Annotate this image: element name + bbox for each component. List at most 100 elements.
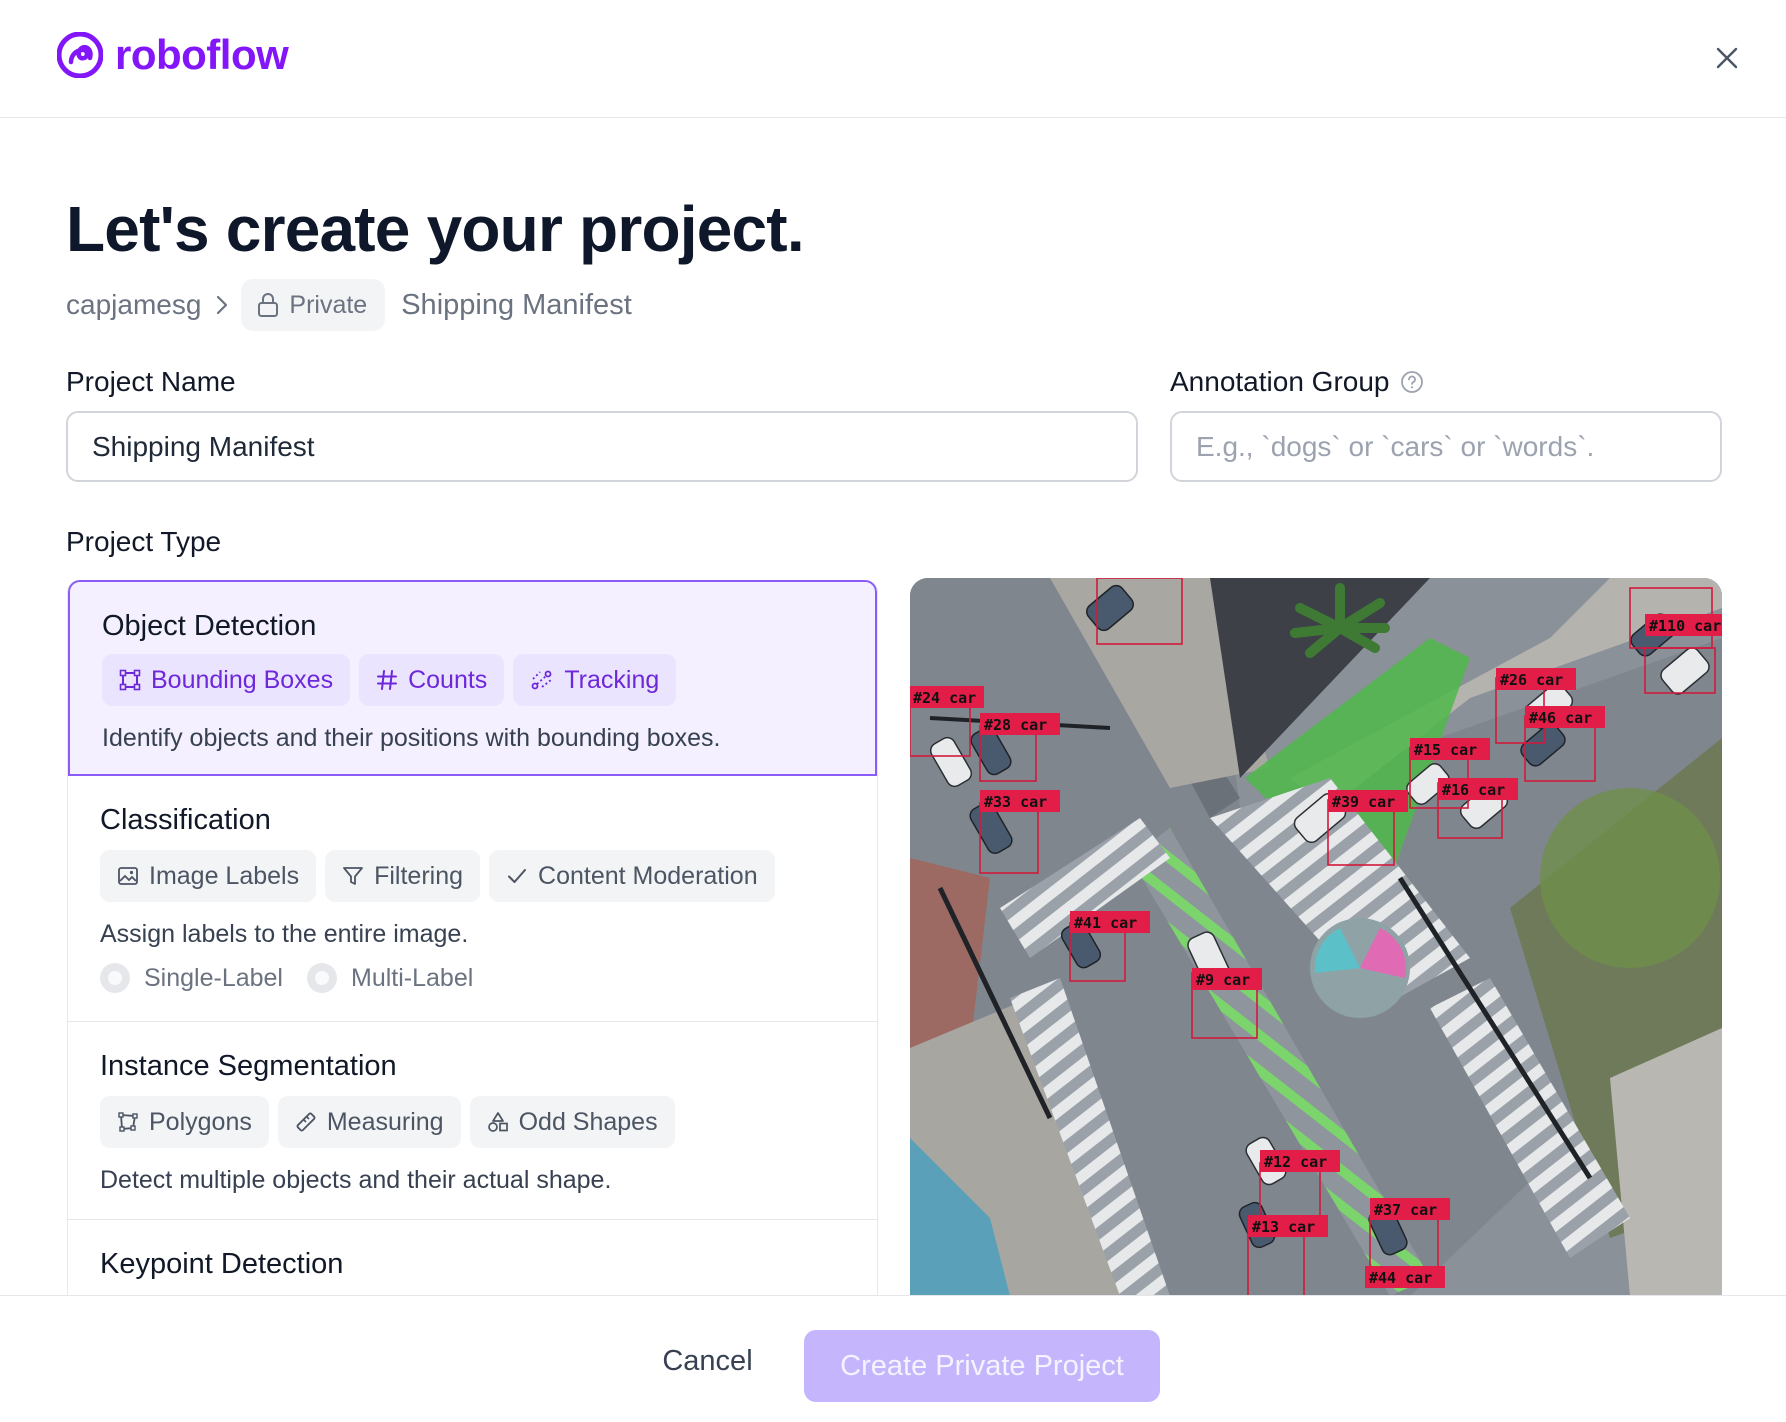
svg-text:#46 car: #46 car: [1529, 709, 1592, 727]
svg-text:#39 car: #39 car: [1332, 793, 1395, 811]
project-type-keypoint-detection[interactable]: Keypoint Detection: [68, 1220, 877, 1296]
project-type-classification[interactable]: Classification Image Labels Filtering Co…: [68, 776, 877, 1022]
chip-label: Content Moderation: [538, 861, 758, 890]
cancel-button[interactable]: Cancel: [640, 1331, 775, 1391]
close-icon: [1714, 47, 1740, 74]
type-title: Keypoint Detection: [100, 1248, 344, 1280]
radio-multi-label[interactable]: Multi-Label: [307, 963, 473, 993]
visibility-label: Private: [289, 290, 368, 319]
chip-filtering: Filtering: [325, 850, 481, 902]
detection-label-24: #24 car: [910, 686, 984, 708]
chip-label: Tracking: [564, 665, 660, 694]
lock-icon: [257, 292, 279, 318]
svg-text:#13 car: #13 car: [1252, 1218, 1315, 1236]
svg-text:#44 car: #44 car: [1369, 1269, 1432, 1287]
bounding-box-icon: [119, 669, 141, 691]
type-chips: Bounding Boxes Counts Tracking: [102, 654, 677, 706]
detection-label-26: #26 car: [1496, 668, 1576, 690]
chip-label: Image Labels: [149, 861, 300, 890]
radio-label: Multi-Label: [351, 963, 474, 992]
svg-text:#12 car: #12 car: [1264, 1153, 1327, 1171]
type-chips: Image Labels Filtering Content Moderatio…: [100, 850, 775, 902]
chip-content-moderation: Content Moderation: [489, 850, 775, 902]
project-type-preview-image: #110 car #26 car #46 car #15 car #16 car…: [910, 578, 1722, 1296]
detection-label-9: #9 car: [1192, 968, 1262, 990]
project-name-input[interactable]: [66, 411, 1138, 482]
detection-label-44: #44 car: [1365, 1266, 1445, 1288]
type-title: Instance Segmentation: [100, 1050, 397, 1082]
radio-label: Single-Label: [144, 963, 283, 992]
detection-label-110: #110 car: [1645, 614, 1722, 636]
radio-button[interactable]: [307, 963, 337, 993]
close-button[interactable]: [1712, 44, 1742, 74]
create-private-project-button[interactable]: Create Private Project: [804, 1330, 1160, 1402]
check-icon: [506, 865, 528, 887]
chip-odd-shapes: Odd Shapes: [469, 1096, 675, 1148]
svg-text:#16 car: #16 car: [1442, 781, 1505, 799]
classification-options: Single-Label Multi-Label: [100, 963, 473, 993]
project-name-label: Project Name: [66, 366, 236, 398]
detection-label-28: #28 car: [980, 713, 1060, 735]
type-description: Detect multiple objects and their actual…: [100, 1166, 612, 1194]
project-type-instance-segmentation[interactable]: Instance Segmentation Polygons Measuring…: [68, 1022, 877, 1220]
detection-label-37: #37 car: [1370, 1198, 1450, 1220]
breadcrumb-project: Shipping Manifest: [401, 288, 632, 321]
svg-text:#26 car: #26 car: [1500, 671, 1563, 689]
detection-label-12: #12 car: [1260, 1150, 1340, 1172]
filter-icon: [342, 865, 364, 887]
tracking-icon: [530, 669, 554, 691]
brand-name: roboflow: [115, 31, 289, 78]
project-type-label: Project Type: [66, 526, 221, 558]
annotation-group-label-text: Annotation Group: [1170, 366, 1390, 397]
type-description: Identify objects and their positions wit…: [102, 724, 721, 752]
svg-text:#33 car: #33 car: [984, 793, 1047, 811]
detection-label-13: #13 car: [1248, 1215, 1328, 1237]
project-type-list: Object Detection Bounding Boxes Counts T…: [67, 580, 878, 1296]
annotation-group-label: Annotation Group: [1170, 366, 1424, 398]
chip-measuring: Measuring: [277, 1096, 461, 1148]
image-icon: [117, 865, 139, 887]
svg-text:#28 car: #28 car: [984, 716, 1047, 734]
help-circle-icon[interactable]: [1400, 370, 1424, 394]
detection-label-39: #39 car: [1328, 790, 1408, 812]
chip-label: Odd Shapes: [518, 1107, 658, 1136]
type-description: Assign labels to the entire image.: [100, 920, 469, 948]
chip-polygons: Polygons: [100, 1096, 269, 1148]
svg-text:#110 car: #110 car: [1649, 617, 1721, 635]
type-chips: Polygons Measuring Odd Shapes: [100, 1096, 675, 1148]
detection-label-16: #16 car: [1438, 778, 1518, 800]
detection-label-41: #41 car: [1070, 911, 1150, 933]
project-name-label-text: Project Name: [66, 366, 236, 397]
svg-text:#37 car: #37 car: [1374, 1201, 1437, 1219]
brand-logo[interactable]: roboflow: [57, 31, 289, 79]
svg-text:#15 car: #15 car: [1414, 741, 1477, 759]
annotation-group-input[interactable]: [1170, 411, 1722, 482]
polygon-icon: [117, 1111, 139, 1133]
chip-label: Filtering: [374, 861, 464, 890]
chip-counts: Counts: [359, 654, 505, 706]
svg-text:#24 car: #24 car: [913, 689, 976, 707]
page-title: Let's create your project.: [66, 193, 805, 265]
chip-label: Polygons: [149, 1107, 252, 1136]
detection-label-46: #46 car: [1525, 706, 1605, 728]
chip-label: Bounding Boxes: [151, 665, 334, 694]
radio-button[interactable]: [100, 963, 130, 993]
radio-single-label[interactable]: Single-Label: [100, 963, 283, 993]
breadcrumb: capjamesg Private Shipping Manifest: [66, 279, 632, 331]
svg-text:#41 car: #41 car: [1074, 914, 1137, 932]
detection-label-33: #33 car: [980, 790, 1060, 812]
modal-footer: Cancel Create Private Project: [0, 1295, 1786, 1422]
visibility-badge[interactable]: Private: [241, 279, 386, 331]
chip-image-labels: Image Labels: [100, 850, 317, 902]
project-type-label-text: Project Type: [66, 526, 222, 557]
chevron-right-icon: [215, 294, 229, 316]
chip-label: Measuring: [326, 1107, 444, 1136]
shapes-icon: [487, 1111, 509, 1133]
top-bar: roboflow: [0, 0, 1786, 118]
svg-text:#9 car: #9 car: [1196, 971, 1250, 989]
roboflow-logo-icon: [57, 32, 103, 78]
breadcrumb-workspace[interactable]: capjamesg: [66, 289, 201, 321]
chip-label: Counts: [408, 665, 488, 694]
project-type-object-detection[interactable]: Object Detection Bounding Boxes Counts T…: [68, 580, 877, 776]
chip-tracking: Tracking: [513, 654, 677, 706]
